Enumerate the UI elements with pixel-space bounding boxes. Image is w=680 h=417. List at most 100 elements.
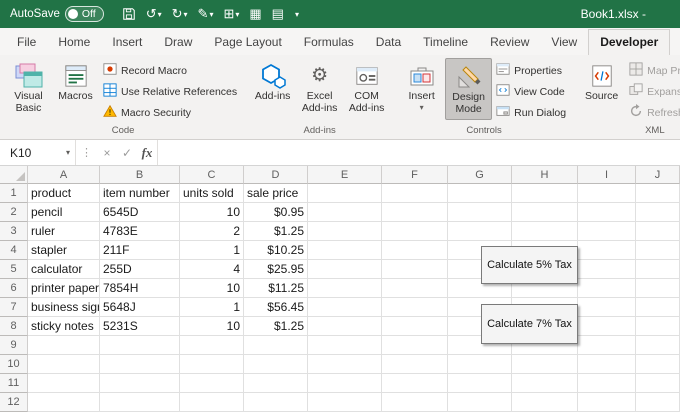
macro-security-button[interactable]: Macro Security	[101, 104, 239, 121]
cell-J12[interactable]	[636, 393, 680, 412]
cell-F6[interactable]	[382, 279, 448, 298]
cell-E9[interactable]	[308, 336, 382, 355]
pen-dropdown-icon[interactable]: ▾	[209, 10, 213, 19]
cell-I10[interactable]	[578, 355, 636, 374]
row-header-1[interactable]: 1	[0, 184, 28, 203]
cell-J9[interactable]	[636, 336, 680, 355]
cell-C3[interactable]: 2	[180, 222, 244, 241]
select-all-corner[interactable]	[0, 166, 28, 184]
row-header-3[interactable]: 3	[0, 222, 28, 241]
cell-B5[interactable]: 255D	[100, 260, 180, 279]
cell-C7[interactable]: 1	[180, 298, 244, 317]
cell-D11[interactable]	[244, 374, 308, 393]
source-button[interactable]: Source	[578, 58, 625, 120]
qat-overflow-icon[interactable]: ▾	[291, 3, 303, 25]
row-header-12[interactable]: 12	[0, 393, 28, 412]
redo-icon[interactable]: ↻▾	[168, 3, 192, 25]
cell-G11[interactable]	[448, 374, 512, 393]
tab-formulas[interactable]: Formulas	[293, 30, 365, 55]
row-header-6[interactable]: 6	[0, 279, 28, 298]
autosave-pill[interactable]: Off	[65, 6, 104, 22]
formula-input[interactable]	[157, 140, 680, 165]
insert-control-button[interactable]: Insert ▾	[398, 58, 445, 120]
cell-A8[interactable]: sticky notes	[28, 317, 100, 336]
insert-table-icon[interactable]: ⊞▾	[219, 3, 243, 25]
cell-E7[interactable]	[308, 298, 382, 317]
cell-A5[interactable]: calculator	[28, 260, 100, 279]
cell-H11[interactable]	[512, 374, 578, 393]
column-header-G[interactable]: G	[448, 166, 512, 184]
cell-C8[interactable]: 10	[180, 317, 244, 336]
cell-H2[interactable]	[512, 203, 578, 222]
cell-J7[interactable]	[636, 298, 680, 317]
undo-icon[interactable]: ↺▾	[142, 3, 166, 25]
column-header-B[interactable]: B	[100, 166, 180, 184]
cell-A7[interactable]: business sign	[28, 298, 100, 317]
calculate-7-percent-tax-button[interactable]: Calculate 7% Tax	[481, 304, 578, 344]
cell-F7[interactable]	[382, 298, 448, 317]
cell-C12[interactable]	[180, 393, 244, 412]
cell-D3[interactable]: $1.25	[244, 222, 308, 241]
cell-A6[interactable]: printer paper	[28, 279, 100, 298]
cell-F5[interactable]	[382, 260, 448, 279]
cell-E12[interactable]	[308, 393, 382, 412]
design-mode-button[interactable]: Design Mode	[445, 58, 492, 120]
cell-D7[interactable]: $56.45	[244, 298, 308, 317]
cell-A10[interactable]	[28, 355, 100, 374]
record-macro-button[interactable]: Record Macro	[101, 62, 239, 79]
cell-I1[interactable]	[578, 184, 636, 203]
undo-dropdown-icon[interactable]: ▾	[158, 10, 162, 19]
cell-F3[interactable]	[382, 222, 448, 241]
name-box-dropdown-icon[interactable]: ▾	[66, 148, 70, 157]
tab-review[interactable]: Review	[479, 30, 540, 55]
cell-D8[interactable]: $1.25	[244, 317, 308, 336]
cell-G2[interactable]	[448, 203, 512, 222]
cell-A2[interactable]: pencil	[28, 203, 100, 222]
cell-E1[interactable]	[308, 184, 382, 203]
cell-J4[interactable]	[636, 241, 680, 260]
cell-D12[interactable]	[244, 393, 308, 412]
cell-H12[interactable]	[512, 393, 578, 412]
cell-F8[interactable]	[382, 317, 448, 336]
cell-H10[interactable]	[512, 355, 578, 374]
cell-H3[interactable]	[512, 222, 578, 241]
cell-E8[interactable]	[308, 317, 382, 336]
cell-D1[interactable]: sale price	[244, 184, 308, 203]
cell-A4[interactable]: stapler	[28, 241, 100, 260]
cell-A3[interactable]: ruler	[28, 222, 100, 241]
insert-dropdown-icon[interactable]: ▾	[420, 103, 424, 112]
cell-C6[interactable]: 10	[180, 279, 244, 298]
column-header-I[interactable]: I	[578, 166, 636, 184]
row-header-5[interactable]: 5	[0, 260, 28, 279]
cell-F4[interactable]	[382, 241, 448, 260]
tab-file[interactable]: File	[6, 30, 47, 55]
cell-A9[interactable]	[28, 336, 100, 355]
cell-E4[interactable]	[308, 241, 382, 260]
cell-B7[interactable]: 5648J	[100, 298, 180, 317]
cell-C5[interactable]: 4	[180, 260, 244, 279]
cell-I11[interactable]	[578, 374, 636, 393]
cell-J8[interactable]	[636, 317, 680, 336]
cell-A1[interactable]: product	[28, 184, 100, 203]
tab-page-layout[interactable]: Page Layout	[203, 30, 292, 55]
tab-insert[interactable]: Insert	[101, 30, 153, 55]
autosave-toggle[interactable]: AutoSave Off	[10, 6, 104, 22]
add-ins-button[interactable]: Add-ins	[249, 58, 296, 120]
refresh-data-button[interactable]: Refresh Data	[627, 104, 680, 121]
cell-E2[interactable]	[308, 203, 382, 222]
cell-E6[interactable]	[308, 279, 382, 298]
row-header-2[interactable]: 2	[0, 203, 28, 222]
cell-B9[interactable]	[100, 336, 180, 355]
cell-J11[interactable]	[636, 374, 680, 393]
cell-I2[interactable]	[578, 203, 636, 222]
cell-I6[interactable]	[578, 279, 636, 298]
cell-A12[interactable]	[28, 393, 100, 412]
cell-G3[interactable]	[448, 222, 512, 241]
tab-data[interactable]: Data	[365, 30, 412, 55]
map-properties-button[interactable]: Map Properties	[627, 62, 680, 79]
cancel-icon[interactable]: ×	[97, 146, 117, 160]
cell-F1[interactable]	[382, 184, 448, 203]
cell-C10[interactable]	[180, 355, 244, 374]
cell-D4[interactable]: $10.25	[244, 241, 308, 260]
cell-B2[interactable]: 6545D	[100, 203, 180, 222]
